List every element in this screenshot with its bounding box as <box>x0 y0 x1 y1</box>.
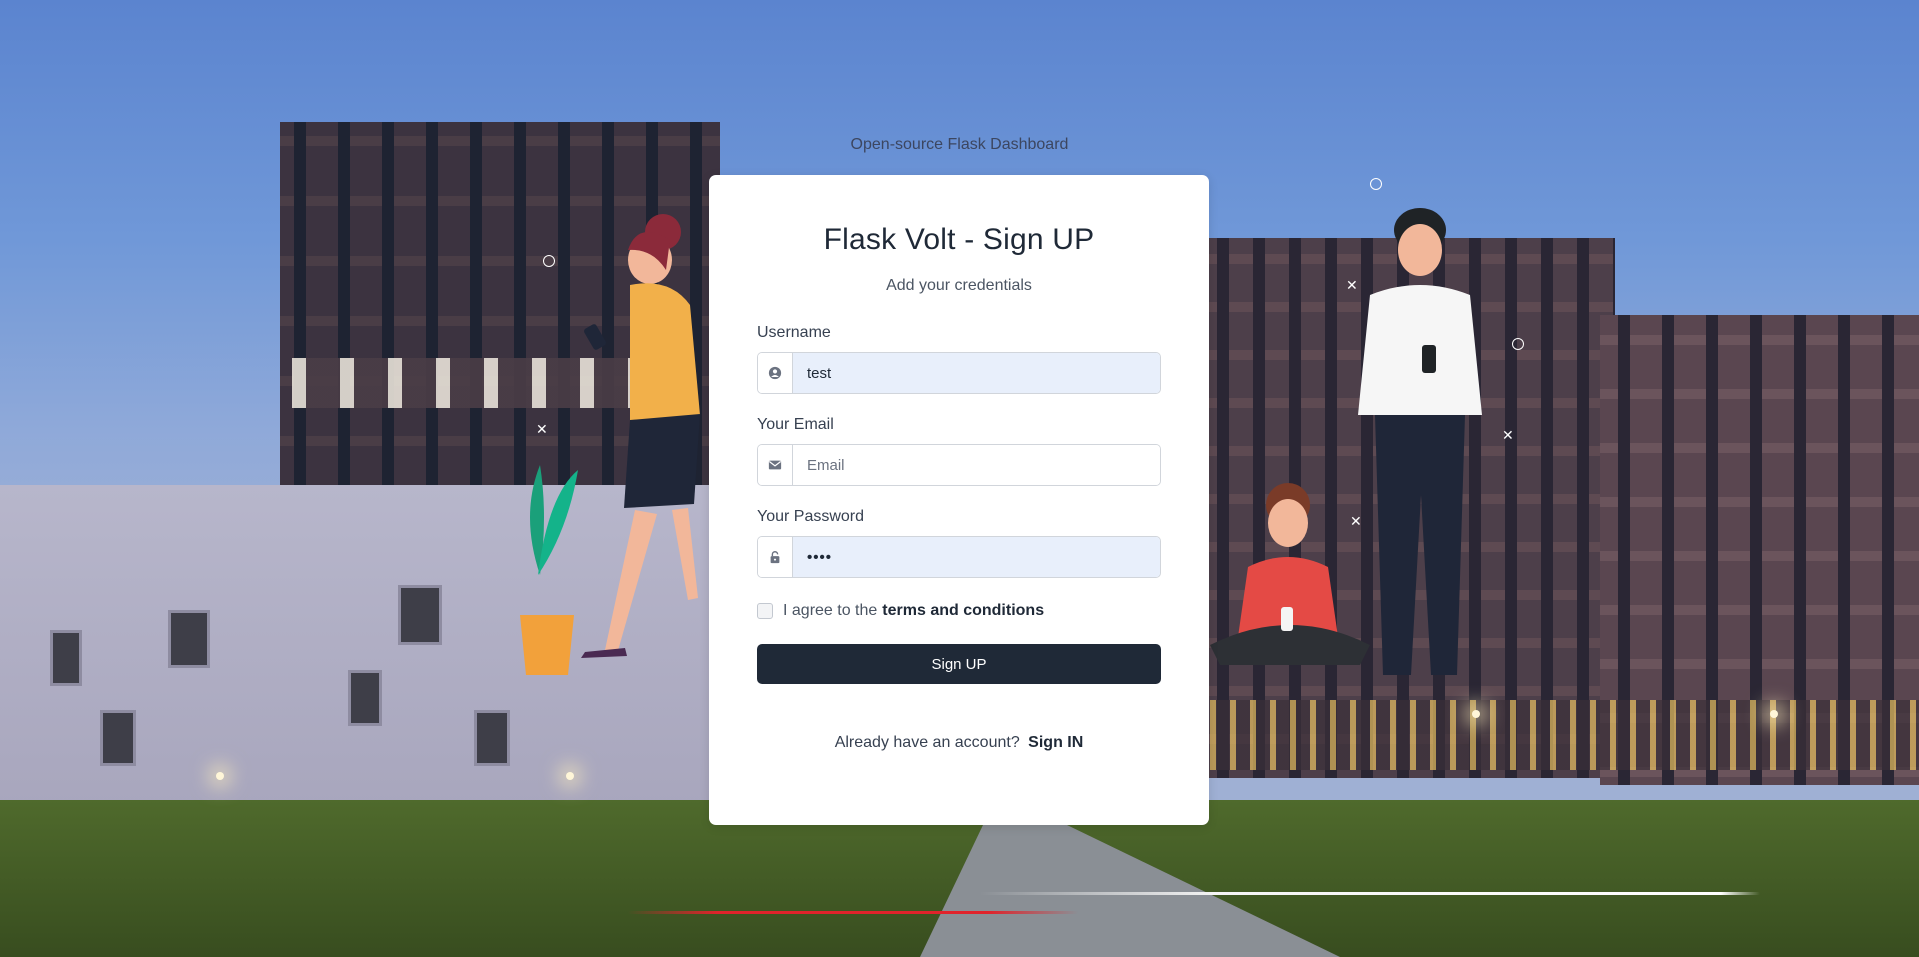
tagline: Open-source Flask Dashboard <box>850 136 1069 153</box>
email-group <box>757 444 1161 486</box>
wall-window <box>100 710 136 766</box>
ring-icon <box>1370 178 1382 190</box>
envelope-icon <box>758 445 793 485</box>
ground-floor-lights <box>1210 700 1919 770</box>
wall-window <box>168 610 210 668</box>
woman-with-phone-illustration <box>520 214 700 675</box>
email-label: Your Email <box>757 416 834 433</box>
terms-prefix: I agree to the <box>783 602 878 619</box>
username-group <box>757 352 1161 394</box>
lamp <box>566 772 574 780</box>
user-circle-icon <box>758 353 793 393</box>
terms-checkbox[interactable] <box>757 603 773 619</box>
lamp <box>216 772 224 780</box>
lamp <box>1472 710 1480 718</box>
signup-card: Flask Volt - Sign UP Add your credential… <box>709 175 1209 825</box>
username-label: Username <box>757 324 831 341</box>
wall-window <box>348 670 382 726</box>
light-streak <box>980 892 1760 895</box>
subtitle: Add your credentials <box>886 277 1032 294</box>
signin-prompt-text: Already have an account? <box>834 734 1020 751</box>
page-title: Flask Volt - Sign UP <box>823 223 1095 256</box>
terms-row: I agree to the terms and conditions <box>757 602 1161 620</box>
password-label: Your Password <box>757 508 865 525</box>
terms-link[interactable]: terms and conditions <box>882 602 1044 620</box>
wall-window <box>474 710 510 766</box>
signin-prompt: Already have an account? Sign IN <box>757 734 1161 752</box>
wall-window <box>398 585 442 645</box>
password-input[interactable] <box>793 537 1160 577</box>
lamp <box>1770 710 1778 718</box>
email-input[interactable] <box>793 445 1160 485</box>
signup-button[interactable]: Sign UP <box>757 644 1161 684</box>
light-streak <box>628 911 1078 914</box>
people-with-phones-illustration <box>1210 208 1482 675</box>
username-input[interactable] <box>793 353 1160 393</box>
wall-window <box>50 630 82 686</box>
unlock-icon <box>758 537 793 577</box>
password-group <box>757 536 1161 578</box>
signin-link[interactable]: Sign IN <box>1028 734 1083 751</box>
